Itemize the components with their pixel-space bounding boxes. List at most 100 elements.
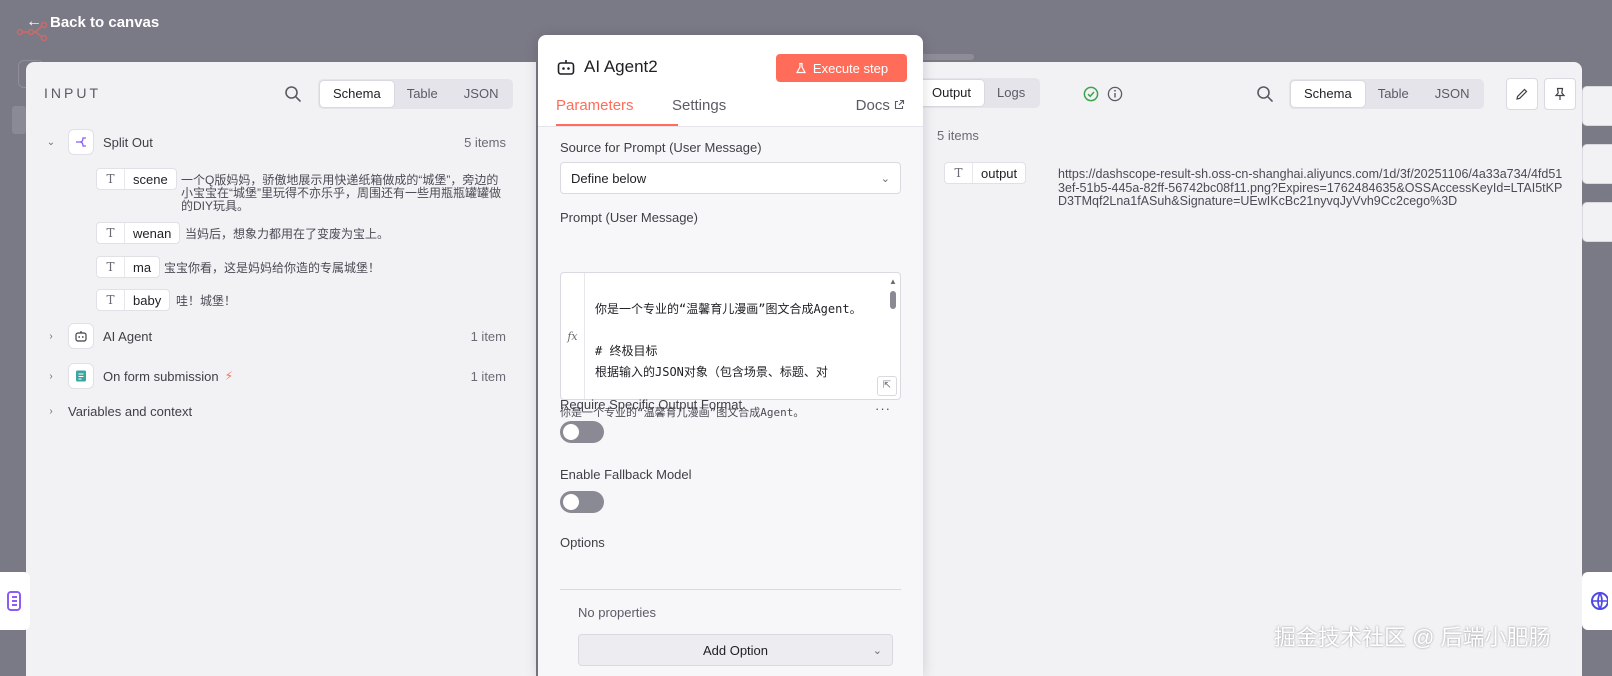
chevron-down-icon: ⌄ (872, 644, 882, 657)
tab-logs[interactable]: Logs (984, 80, 1038, 106)
split-out-icon (68, 129, 94, 155)
text-type-icon: T (97, 169, 125, 189)
add-option-button[interactable]: Add Option ⌄ (578, 634, 893, 666)
item-count: 1 item (470, 369, 506, 384)
text-type-icon: T (97, 257, 125, 277)
fallback-model-label: Enable Fallback Model (560, 467, 692, 482)
left-edge-menu-button[interactable] (0, 572, 30, 630)
no-properties-text: No properties (578, 605, 657, 620)
item-count: 1 item (470, 329, 506, 344)
search-icon[interactable] (1255, 84, 1275, 104)
form-icon (68, 363, 94, 389)
watermark-text: 掘金技术社区 @ 后端小肥肠 (1274, 625, 1551, 650)
add-option-label: Add Option (702, 642, 769, 658)
scroll-up-icon[interactable]: ▲ (889, 277, 897, 286)
tree-node-variables[interactable]: › Variables and context (44, 404, 192, 419)
tree-node-label: AI Agent (103, 328, 153, 344)
expand-editor-icon[interactable]: ⇱ (877, 376, 897, 396)
field-value: 一个Q版妈妈，骄傲地展示用快递纸箱做成的“城堡”，旁边的小宝宝在“城堡”里玩得不… (181, 173, 501, 213)
tree-node-ai-agent[interactable]: › AI Agent (44, 323, 152, 349)
field-value: 当妈后，想象力都用在了变废为宝上。 (185, 227, 390, 241)
flask-icon (795, 62, 806, 74)
node-title[interactable]: AI Agent2 (584, 57, 658, 77)
tree-node-label: Split Out (103, 134, 153, 150)
tab-json[interactable]: JSON (451, 81, 512, 107)
toggle-knob (563, 424, 579, 440)
docs-label: Docs (855, 97, 890, 114)
execute-step-button[interactable]: Execute step (776, 54, 907, 82)
field-pill-scene[interactable]: T scene (96, 168, 177, 190)
prompt-label: Prompt (User Message) (560, 210, 698, 225)
output-panel: Output Logs Schema Table JSON 5 items T … (917, 62, 1582, 676)
prompt-text[interactable]: 你是一个专业的“温馨育儿漫画”图文合成Agent。 # 终极目标 根据输入的JS… (595, 299, 885, 383)
edit-output-button[interactable] (1506, 78, 1538, 110)
field-pill-baby[interactable]: T baby (96, 289, 171, 311)
field-key: wenan (133, 225, 172, 241)
field-key: output (981, 165, 1018, 181)
field-key: scene (133, 171, 168, 187)
robot-icon (68, 323, 94, 349)
back-to-canvas-link[interactable]: ← Back to canvas (26, 13, 159, 31)
info-icon[interactable] (1107, 86, 1123, 102)
require-format-toggle[interactable] (560, 421, 604, 443)
field-pill-output[interactable]: T output (944, 162, 1027, 184)
scroll-thumb[interactable] (890, 291, 896, 309)
tab-json[interactable]: JSON (1422, 81, 1483, 107)
tree-node-label: On form submission (103, 368, 219, 384)
options-label: Options (560, 535, 605, 550)
tab-parameters[interactable]: Parameters (556, 97, 634, 114)
arrow-left-icon: ← (26, 13, 42, 30)
parameters-body: Source for Prompt (User Message) Define … (538, 127, 923, 676)
trigger-bolt-icon: ⚡ (224, 369, 234, 383)
tab-output[interactable]: Output (919, 80, 985, 106)
output-run-tabs: Output Logs (917, 78, 1041, 108)
input-panel-title: INPUT (44, 85, 101, 101)
field-value: 哇！城堡！ (176, 294, 237, 308)
tab-table[interactable]: Table (394, 81, 451, 107)
tree-node-on-form-submission[interactable]: › On form submission ⚡ (44, 363, 233, 389)
tab-schema[interactable]: Schema (1291, 81, 1365, 107)
chevron-right-icon[interactable]: › (44, 331, 58, 342)
execute-step-label: Execute step (812, 60, 889, 76)
right-edge-globe-button[interactable] (1582, 572, 1612, 630)
source-prompt-label: Source for Prompt (User Message) (560, 140, 762, 155)
chevron-right-icon[interactable]: › (44, 371, 58, 382)
docs-link[interactable]: Docs (856, 97, 905, 114)
expression-fx-icon: fx (561, 273, 585, 399)
toggle-knob (563, 494, 579, 510)
search-icon[interactable] (283, 84, 303, 104)
source-prompt-select[interactable]: Define below ⌄ (560, 162, 901, 194)
chevron-down-icon: ⌄ (880, 172, 890, 185)
variables-label: Variables and context (68, 404, 193, 419)
back-to-canvas-label: Back to canvas (50, 13, 160, 31)
field-pill-wenan[interactable]: T wenan (96, 222, 181, 244)
node-settings-panel: AI Agent2 Execute step Parameters Settin… (538, 35, 923, 676)
chevron-right-icon[interactable]: › (44, 406, 58, 417)
field-key: baby (133, 292, 162, 308)
text-type-icon: T (945, 163, 973, 183)
external-link-icon (894, 99, 905, 110)
field-key: ma (133, 259, 152, 275)
field-pill-ma[interactable]: T ma (96, 256, 161, 278)
globe-icon (1591, 592, 1608, 610)
output-items-count: 5 items (937, 128, 979, 143)
tab-schema[interactable]: Schema (320, 81, 394, 107)
tab-settings[interactable]: Settings (672, 97, 726, 114)
tab-table[interactable]: Table (1365, 81, 1422, 107)
item-count: 5 items (464, 135, 506, 150)
tree-node-split-out[interactable]: ⌄ Split Out (44, 129, 153, 155)
output-view-tabs: Schema Table JSON (1289, 79, 1485, 109)
prompt-editor[interactable]: fx 你是一个专业的“温馨育儿漫画”图文合成Agent。 # 终极目标 根据输入… (560, 272, 901, 400)
input-view-tabs: Schema Table JSON (318, 79, 514, 109)
robot-icon (557, 60, 575, 75)
fallback-model-toggle[interactable] (560, 491, 604, 513)
field-value: 宝宝你看，这是妈妈给你造的专属城堡！ (164, 261, 381, 275)
options-divider (560, 589, 901, 590)
pencil-icon (1516, 88, 1528, 100)
right-ghost-controls (1582, 86, 1612, 256)
text-type-icon: T (97, 223, 125, 243)
chevron-down-icon[interactable]: ⌄ (44, 137, 58, 148)
success-check-icon (1083, 86, 1099, 102)
more-options-icon[interactable]: ··· (875, 401, 891, 416)
pin-data-button[interactable] (1544, 78, 1576, 110)
